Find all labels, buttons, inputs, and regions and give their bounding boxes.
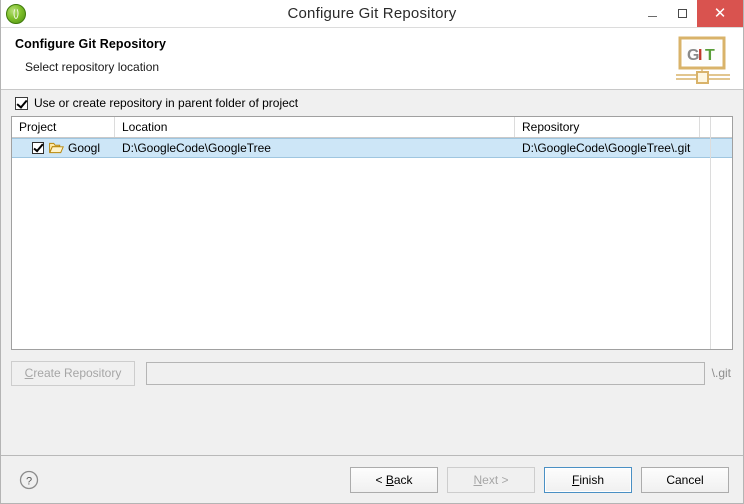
column-header-repository[interactable]: Repository xyxy=(515,117,700,137)
repository-path-input[interactable] xyxy=(146,362,705,385)
parent-folder-label: Use or create repository in parent folde… xyxy=(34,96,298,110)
wizard-header: Configure Git Repository Select reposito… xyxy=(1,28,743,90)
column-header-project[interactable]: Project xyxy=(12,117,115,137)
back-button-mnemonic: B xyxy=(386,473,394,487)
back-button[interactable]: < Back xyxy=(350,467,438,493)
next-button-label: ext > xyxy=(482,473,508,487)
create-repository-row: Create Repository \.git xyxy=(11,356,733,390)
help-icon[interactable]: ? xyxy=(19,470,39,490)
column-header-filler xyxy=(700,117,732,137)
maximize-button[interactable] xyxy=(667,0,697,27)
cell-project-label: Googl xyxy=(68,141,100,155)
close-button[interactable]: ✕ xyxy=(697,0,743,27)
cancel-button[interactable]: Cancel xyxy=(641,467,729,493)
maximize-icon xyxy=(678,9,687,18)
git-suffix-label: \.git xyxy=(712,366,731,380)
svg-text:I: I xyxy=(698,47,702,64)
next-button-mnemonic: N xyxy=(473,473,482,487)
page-subtitle: Select repository location xyxy=(25,60,731,74)
dialog-buttons: < Back Next > Finish Cancel xyxy=(350,467,729,493)
row-checkbox[interactable] xyxy=(32,142,44,154)
dialog-content: Use or create repository in parent folde… xyxy=(1,90,743,455)
folder-open-icon xyxy=(49,142,64,154)
cell-filler xyxy=(700,139,732,157)
git-logo-icon: G I T xyxy=(674,34,732,86)
column-header-location[interactable]: Location xyxy=(115,117,515,137)
finish-button-mnemonic: F xyxy=(572,473,579,487)
dialog-button-bar: ? < Back Next > Finish Cancel xyxy=(1,456,743,503)
window-controls: ✕ xyxy=(637,0,743,27)
table-right-divider xyxy=(710,117,711,349)
back-button-prefix: < xyxy=(375,473,385,487)
create-repository-mnemonic: C xyxy=(25,366,34,380)
svg-text:?: ? xyxy=(26,475,32,487)
finish-button[interactable]: Finish xyxy=(544,467,632,493)
minimize-button[interactable] xyxy=(637,0,667,27)
projects-table[interactable]: Project Location Repository Googl D:\Goo… xyxy=(11,116,733,350)
parent-folder-checkbox[interactable] xyxy=(15,97,28,110)
window-title: Configure Git Repository xyxy=(1,5,743,22)
table-header-row: Project Location Repository xyxy=(12,117,732,138)
next-button[interactable]: Next > xyxy=(447,467,535,493)
minimize-icon xyxy=(648,16,657,17)
configure-git-repository-dialog: Configure Git Repository ✕ Configure Git… xyxy=(0,0,744,504)
back-button-label: ack xyxy=(394,473,413,487)
page-title: Configure Git Repository xyxy=(15,37,731,51)
parent-folder-option[interactable]: Use or create repository in parent folde… xyxy=(11,90,733,116)
create-repository-button[interactable]: Create Repository xyxy=(11,361,135,386)
svg-text:T: T xyxy=(705,47,715,64)
content-spacer xyxy=(11,390,733,455)
eclipse-icon xyxy=(6,4,26,24)
title-bar: Configure Git Repository ✕ xyxy=(1,0,743,28)
finish-button-label: inish xyxy=(579,473,604,487)
cell-location: D:\GoogleCode\GoogleTree xyxy=(115,139,515,157)
cell-repository: D:\GoogleCode\GoogleTree\.git xyxy=(515,139,700,157)
cell-project[interactable]: Googl xyxy=(12,139,115,157)
create-repository-label: reate Repository xyxy=(33,366,121,380)
table-row[interactable]: Googl D:\GoogleCode\GoogleTree D:\Google… xyxy=(12,138,732,158)
